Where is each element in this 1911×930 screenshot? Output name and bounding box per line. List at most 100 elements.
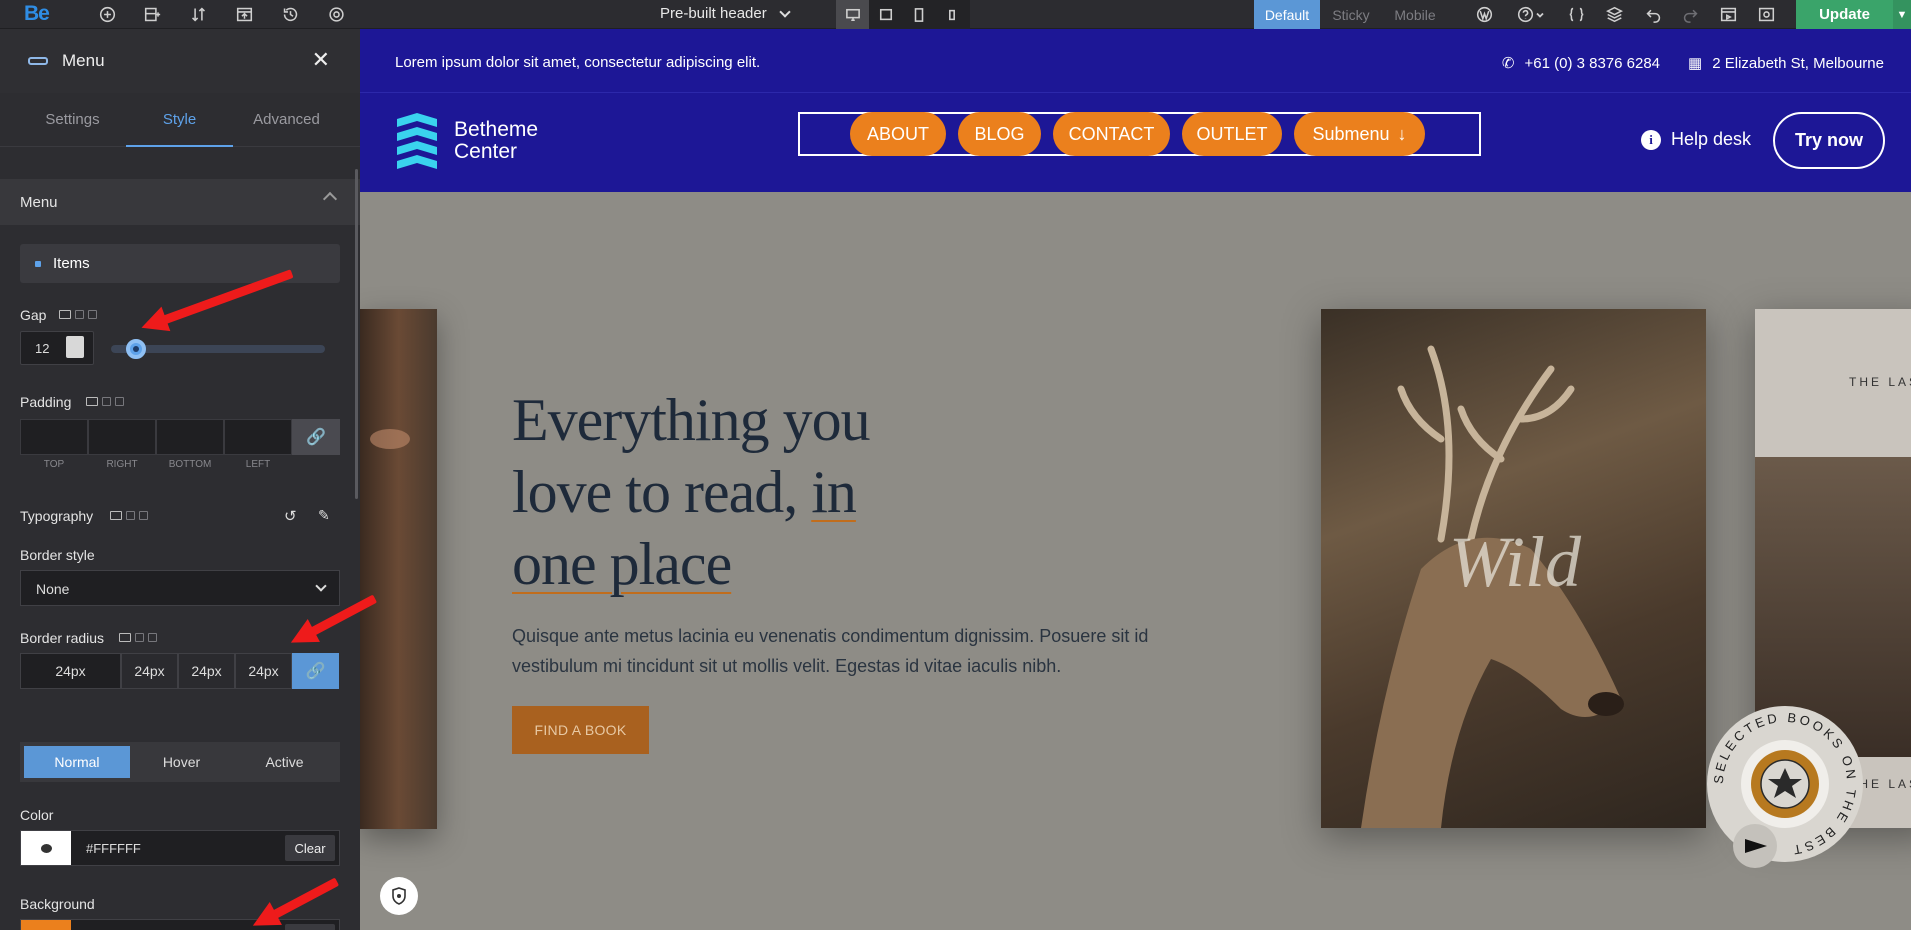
background-hex-input[interactable]: #EB801D xyxy=(71,920,281,930)
border-style-label: Border style xyxy=(20,547,95,563)
view-tab-sticky[interactable]: Sticky xyxy=(1320,0,1382,30)
page-preview: Lorem ipsum dolor sit amet, consectetur … xyxy=(360,29,1911,930)
brand-chevrons-icon xyxy=(397,113,437,169)
reset-icon[interactable]: ↺ xyxy=(284,507,297,525)
padding-device-icons[interactable] xyxy=(86,397,124,406)
hero-line1: Everything you xyxy=(512,387,871,453)
color-hex-input[interactable]: #FFFFFF xyxy=(71,831,281,865)
custom-css-icon[interactable] xyxy=(1566,4,1586,24)
palette-icon xyxy=(40,843,52,853)
nav-outlet[interactable]: OUTLET xyxy=(1182,112,1282,156)
tablet-icon[interactable] xyxy=(902,0,935,29)
tab-style[interactable]: Style xyxy=(126,93,233,147)
tab-advanced[interactable]: Advanced xyxy=(233,93,340,147)
update-button[interactable]: Update xyxy=(1796,0,1893,29)
section-menu-title: Menu xyxy=(20,193,58,211)
laptop-icon[interactable] xyxy=(869,0,902,29)
padding-top-input[interactable] xyxy=(20,419,88,455)
update-caret-icon[interactable]: ▼ xyxy=(1893,0,1911,29)
section-menu-header[interactable]: Menu xyxy=(0,179,360,225)
side-label-bottom: BOTTOM xyxy=(168,459,212,470)
menu-element-icon xyxy=(28,57,48,65)
desktop-icon[interactable] xyxy=(836,0,869,29)
background-field: #EB801D Clear xyxy=(20,919,340,930)
close-icon[interactable]: ✕ xyxy=(312,47,330,73)
gear-icon[interactable] xyxy=(326,4,346,24)
link-icon[interactable]: 🔗 xyxy=(292,653,339,689)
border-style-select[interactable]: None xyxy=(20,570,340,606)
typography-label: Typography xyxy=(20,508,94,524)
nav-blog[interactable]: BLOG xyxy=(958,112,1041,156)
radius-top-right-input[interactable]: 24px xyxy=(121,653,178,689)
typography-device-icons[interactable] xyxy=(110,511,148,520)
info-icon: i xyxy=(1641,129,1661,150)
nav-about[interactable]: ABOUT xyxy=(850,112,946,156)
redo-icon[interactable] xyxy=(1680,4,1700,24)
nav-contact[interactable]: CONTACT xyxy=(1053,112,1170,156)
padding-right-input[interactable] xyxy=(88,419,156,455)
main-menu: ABOUT BLOG CONTACT OUTLET Submenu ↓ xyxy=(798,112,1481,156)
eye-icon[interactable] xyxy=(1756,4,1776,24)
edit-icon[interactable]: ✎ xyxy=(318,507,330,524)
nav-submenu[interactable]: Submenu ↓ xyxy=(1294,112,1425,156)
brand-logo[interactable]: Betheme Center xyxy=(395,113,538,169)
gap-device-icons[interactable] xyxy=(59,310,97,319)
state-tab-hover[interactable]: Hover xyxy=(130,746,233,778)
radius-bottom-right-input[interactable]: 24px xyxy=(178,653,235,689)
state-tab-normal[interactable]: Normal xyxy=(24,746,130,778)
sidebar-scrollbar[interactable] xyxy=(355,169,358,499)
style-sidebar: Menu ✕ Settings Style Advanced Menu Item… xyxy=(0,29,360,930)
sidebar-title: Menu xyxy=(62,51,105,70)
radius-bottom-left-input[interactable]: 24px xyxy=(235,653,292,689)
undo-icon[interactable] xyxy=(1643,4,1663,24)
border-style-value: None xyxy=(36,581,70,597)
padding-inputs: 🔗 xyxy=(20,419,340,455)
preview-window-icon[interactable] xyxy=(1718,4,1738,24)
sidebar-tabs: Settings Style Advanced xyxy=(0,93,360,147)
view-tab-mobile[interactable]: Mobile xyxy=(1382,0,1448,30)
help-icon[interactable] xyxy=(1515,4,1535,24)
shield-icon[interactable] xyxy=(380,877,418,915)
sort-icon[interactable] xyxy=(188,4,208,24)
border-radius-device-icons[interactable] xyxy=(119,633,157,642)
gap-stepper[interactable] xyxy=(66,336,84,358)
border-radius-label: Border radius xyxy=(20,630,105,646)
try-now-button[interactable]: Try now xyxy=(1773,112,1885,169)
help-desk-link[interactable]: i Help desk xyxy=(1641,129,1751,150)
export-icon[interactable] xyxy=(234,4,254,24)
link-icon[interactable]: 🔗 xyxy=(292,419,340,455)
address-info: ▦ 2 Elizabeth St, Melbourne xyxy=(1688,54,1884,73)
background-swatch[interactable] xyxy=(21,920,71,930)
layers-icon[interactable] xyxy=(1604,4,1624,24)
chevron-up-icon[interactable] xyxy=(322,191,338,207)
view-tab-default[interactable]: Default xyxy=(1254,0,1320,30)
gap-slider-handle[interactable] xyxy=(126,339,146,359)
tab-settings[interactable]: Settings xyxy=(19,93,126,147)
gap-label: Gap xyxy=(20,307,47,323)
color-clear-button[interactable]: Clear xyxy=(285,835,335,861)
book-cover-wild: Wild xyxy=(1321,309,1706,828)
color-swatch[interactable] xyxy=(21,831,71,865)
wordpress-icon[interactable] xyxy=(1474,4,1494,24)
padding-bottom-input[interactable] xyxy=(156,419,224,455)
mobile-icon[interactable] xyxy=(935,0,968,29)
sidebar-header: Menu ✕ xyxy=(0,29,360,93)
address-text: 2 Elizabeth St, Melbourne xyxy=(1712,54,1884,72)
help-caret-icon[interactable] xyxy=(1535,4,1545,24)
state-tab-active[interactable]: Active xyxy=(233,746,336,778)
find-book-button[interactable]: FIND A BOOK xyxy=(512,706,649,754)
background-clear-button[interactable]: Clear xyxy=(285,924,335,930)
hero-line3: one place xyxy=(512,531,732,597)
builder-window: Be Pre-built header Default Sticky Mobil… xyxy=(0,0,1911,930)
history-icon[interactable] xyxy=(280,4,300,24)
add-section-icon[interactable] xyxy=(142,4,162,24)
selected-books-badge: SELECTED BOOKS ON THE BEST xyxy=(1695,694,1875,874)
padding-left-input[interactable] xyxy=(224,419,292,455)
add-icon[interactable] xyxy=(97,4,117,24)
be-logo[interactable]: Be xyxy=(24,2,50,26)
header-selector[interactable]: Pre-built header xyxy=(660,5,791,22)
radius-top-left-input[interactable]: 24px xyxy=(20,653,121,689)
help-desk-label: Help desk xyxy=(1671,129,1752,149)
header-selector-label: Pre-built header xyxy=(660,5,767,22)
brand-line2: Center xyxy=(454,140,518,163)
